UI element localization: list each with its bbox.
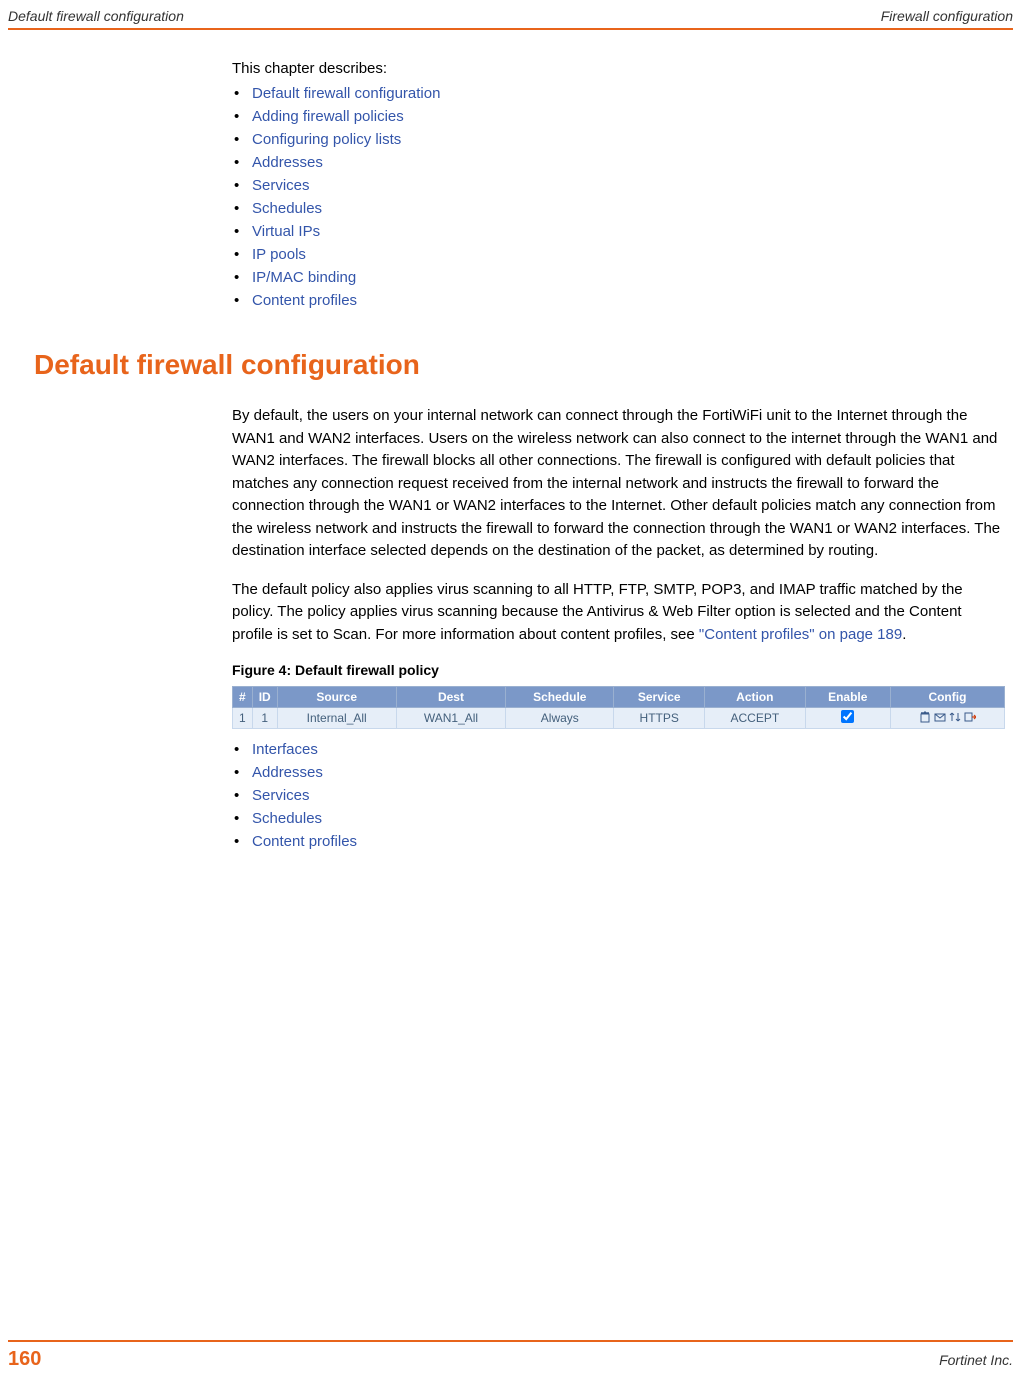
- paragraph-2: The default policy also applies virus sc…: [232, 579, 1005, 647]
- col-dest: Dest: [396, 687, 506, 708]
- link-content-profiles-page[interactable]: "Content profiles" on page 189: [699, 626, 902, 643]
- move-icon[interactable]: [949, 711, 961, 723]
- cell-config: [890, 708, 1004, 729]
- link-schedules-2[interactable]: Schedules: [252, 810, 322, 827]
- header-right-title: Firewall configuration: [881, 8, 1013, 24]
- col-source: Source: [277, 687, 396, 708]
- intro-text: This chapter describes:: [232, 60, 1005, 77]
- cell-dest: WAN1_All: [396, 708, 506, 729]
- sub-links-list: Interfaces Addresses Services Schedules …: [232, 741, 1005, 850]
- col-config: Config: [890, 687, 1004, 708]
- link-default-firewall-configuration[interactable]: Default firewall configuration: [252, 85, 440, 102]
- cell-num: 1: [233, 708, 253, 729]
- enable-checkbox[interactable]: [841, 710, 854, 723]
- paragraph-1: By default, the users on your internal n…: [232, 405, 1005, 563]
- delete-icon[interactable]: [919, 711, 931, 723]
- section-heading: Default firewall configuration: [34, 349, 1005, 381]
- cell-enable: [805, 708, 890, 729]
- header-divider: [8, 28, 1013, 30]
- cell-action: ACCEPT: [705, 708, 806, 729]
- cell-id: 1: [252, 708, 277, 729]
- link-virtual-ips[interactable]: Virtual IPs: [252, 223, 320, 240]
- cell-source: Internal_All: [277, 708, 396, 729]
- link-configuring-policy-lists[interactable]: Configuring policy lists: [252, 131, 401, 148]
- link-ip-pools[interactable]: IP pools: [252, 246, 306, 263]
- chapter-links-list: Default firewall configuration Adding fi…: [232, 85, 1005, 309]
- edit-icon[interactable]: [934, 711, 946, 723]
- link-adding-firewall-policies[interactable]: Adding firewall policies: [252, 108, 404, 125]
- figure-caption: Figure 4: Default firewall policy: [232, 662, 1005, 678]
- col-action: Action: [705, 687, 806, 708]
- link-interfaces[interactable]: Interfaces: [252, 741, 318, 758]
- cell-service: HTTPS: [614, 708, 705, 729]
- page-footer: 160 Fortinet Inc.: [0, 1340, 1021, 1379]
- link-ip-mac-binding[interactable]: IP/MAC binding: [252, 269, 356, 286]
- col-schedule: Schedule: [506, 687, 614, 708]
- link-addresses[interactable]: Addresses: [252, 154, 323, 171]
- link-services-2[interactable]: Services: [252, 787, 310, 804]
- header-left-title: Default firewall configuration: [8, 8, 184, 24]
- default-firewall-policy-table: # ID Source Dest Schedule Service Action…: [232, 686, 1005, 729]
- col-service: Service: [614, 687, 705, 708]
- footer-divider: [8, 1340, 1013, 1342]
- col-id: ID: [252, 687, 277, 708]
- page-number: 160: [8, 1348, 41, 1371]
- link-content-profiles[interactable]: Content profiles: [252, 292, 357, 309]
- cell-schedule: Always: [506, 708, 614, 729]
- link-addresses-2[interactable]: Addresses: [252, 764, 323, 781]
- paragraph-2b: .: [902, 626, 906, 643]
- link-services[interactable]: Services: [252, 177, 310, 194]
- table-row: 1 1 Internal_All WAN1_All Always HTTPS A…: [233, 708, 1005, 729]
- col-enable: Enable: [805, 687, 890, 708]
- link-schedules[interactable]: Schedules: [252, 200, 322, 217]
- col-number: #: [233, 687, 253, 708]
- link-content-profiles-2[interactable]: Content profiles: [252, 833, 357, 850]
- insert-icon[interactable]: [964, 711, 976, 723]
- footer-company: Fortinet Inc.: [939, 1352, 1013, 1368]
